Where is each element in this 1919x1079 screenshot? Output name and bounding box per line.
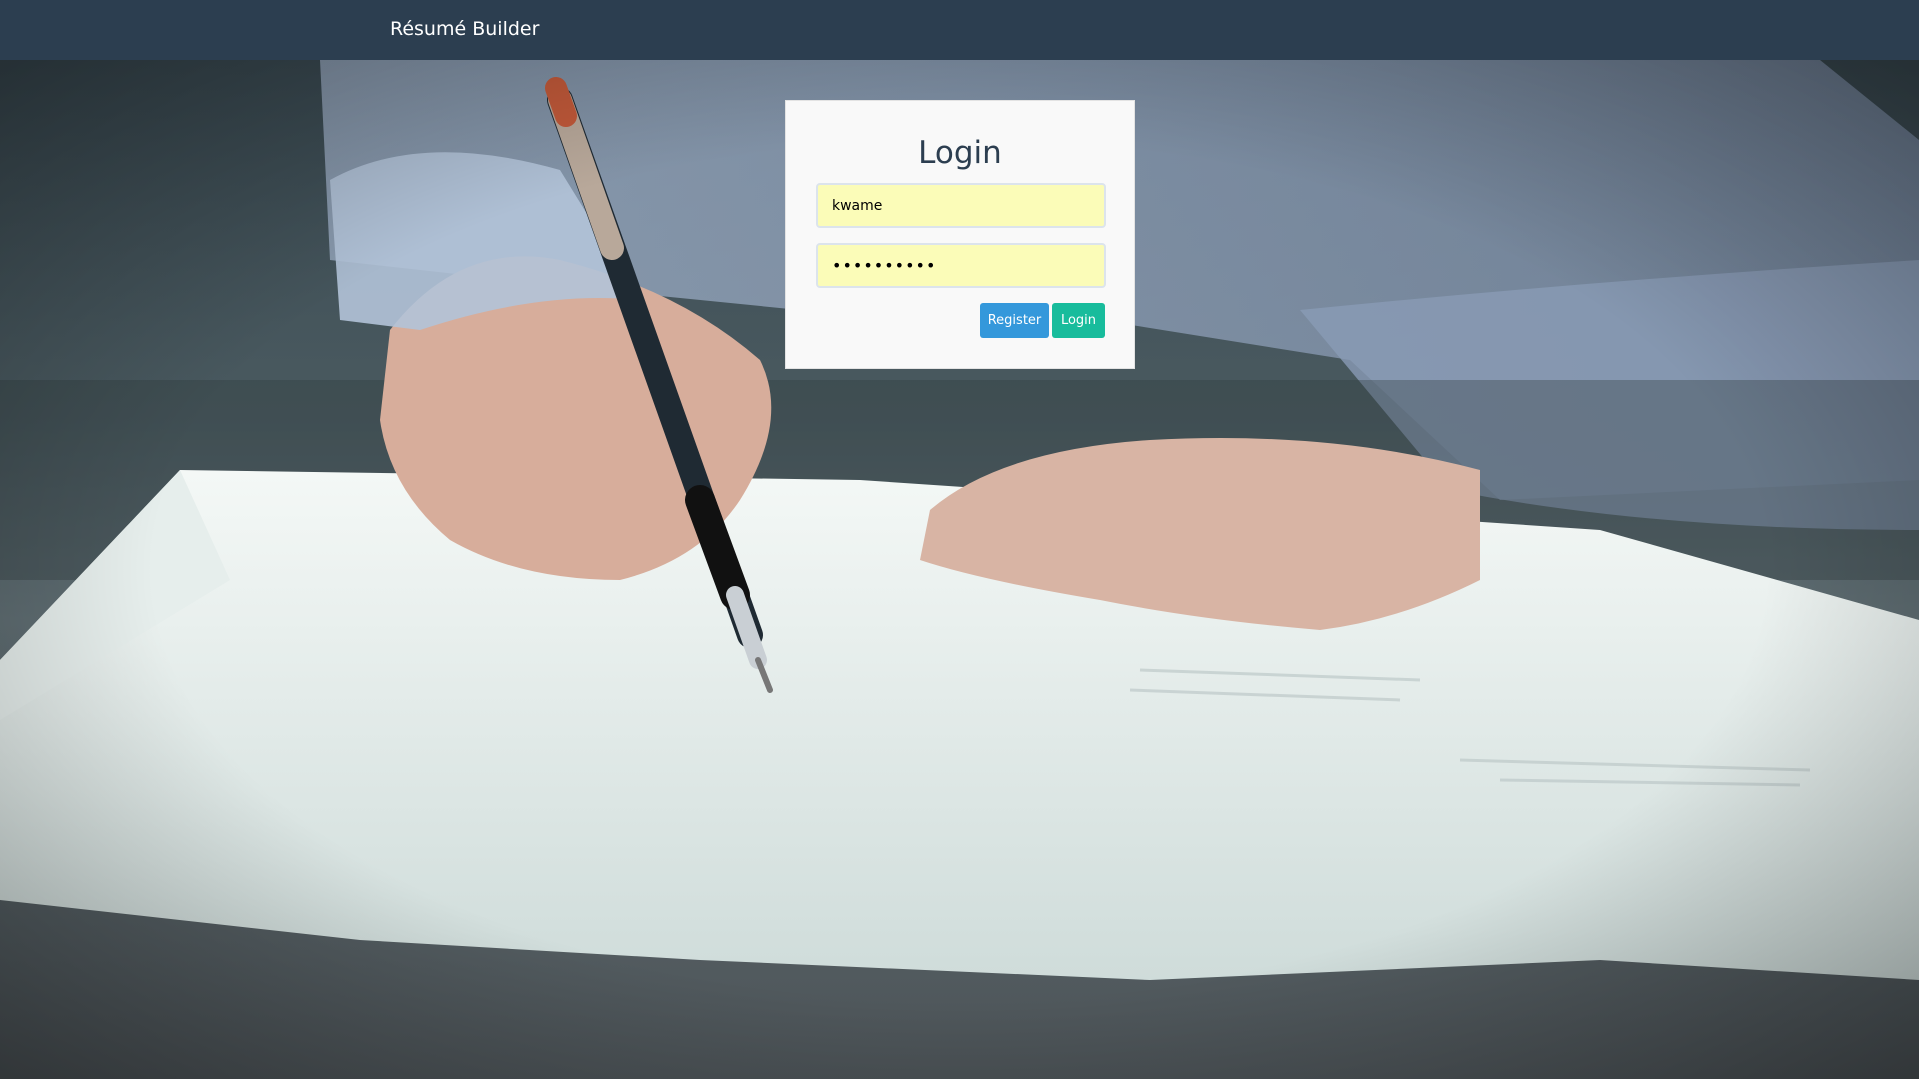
login-button[interactable]: Login	[1052, 303, 1105, 338]
username-input[interactable]	[816, 183, 1106, 228]
login-card: Login Register Login	[785, 100, 1135, 369]
login-title: Login	[918, 135, 1002, 171]
top-navbar: Résumé Builder	[0, 0, 1919, 60]
register-button[interactable]: Register	[980, 303, 1049, 338]
brand-link[interactable]: Résumé Builder	[390, 17, 539, 41]
password-input[interactable]	[816, 243, 1106, 288]
